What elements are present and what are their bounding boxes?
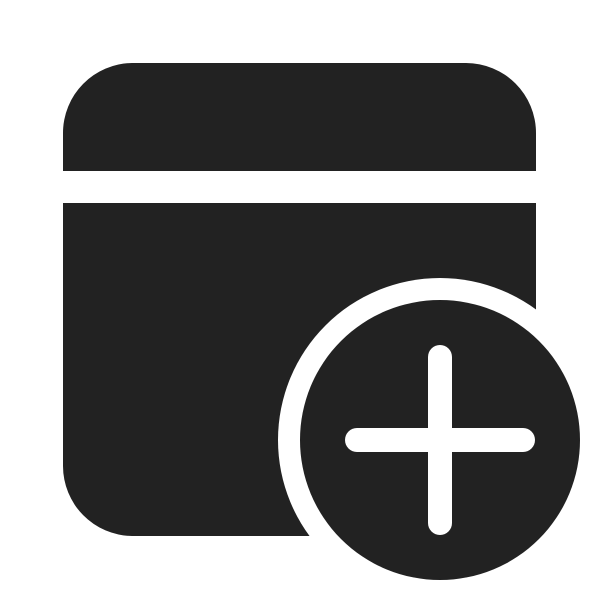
calendar-add-icon — [63, 63, 580, 580]
calendar-header-bar — [63, 63, 536, 171]
icon-canvas — [0, 0, 600, 600]
plus-horizontal-bar — [345, 428, 535, 452]
